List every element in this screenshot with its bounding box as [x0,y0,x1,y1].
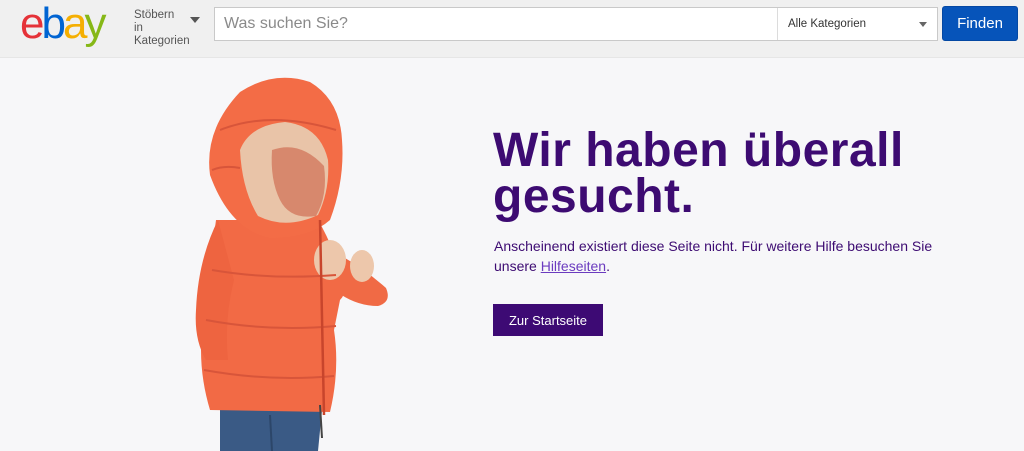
chevron-down-icon [190,17,200,23]
search-bar: Alle Kategorien [214,7,938,41]
child-in-orange-jacket-image [195,77,388,451]
ebay-logo[interactable]: ebay [20,2,128,48]
page-title: Wir haben überall gesucht. [493,124,904,223]
go-to-homepage-button[interactable]: Zur Startseite [493,304,603,336]
category-select-value: Alle Kategorien [788,18,866,30]
error-message-end: . [606,258,610,274]
category-select[interactable]: Alle Kategorien [777,8,937,40]
browse-categories-label: Stöbern in Kategorien [134,9,190,47]
find-button[interactable]: Finden [942,6,1018,41]
help-pages-link[interactable]: Hilfeseiten [541,258,606,274]
header-bar: ebay Stöbern in Kategorien Alle Kategori… [0,0,1024,58]
svg-text:ebay: ebay [20,2,106,48]
browse-categories-button[interactable]: Stöbern in Kategorien [134,9,200,47]
error-message: Anscheinend existiert diese Seite nicht.… [494,236,934,276]
search-input[interactable] [215,8,777,40]
chevron-down-icon [919,22,927,27]
ebay-logo-icon: ebay [20,2,109,48]
